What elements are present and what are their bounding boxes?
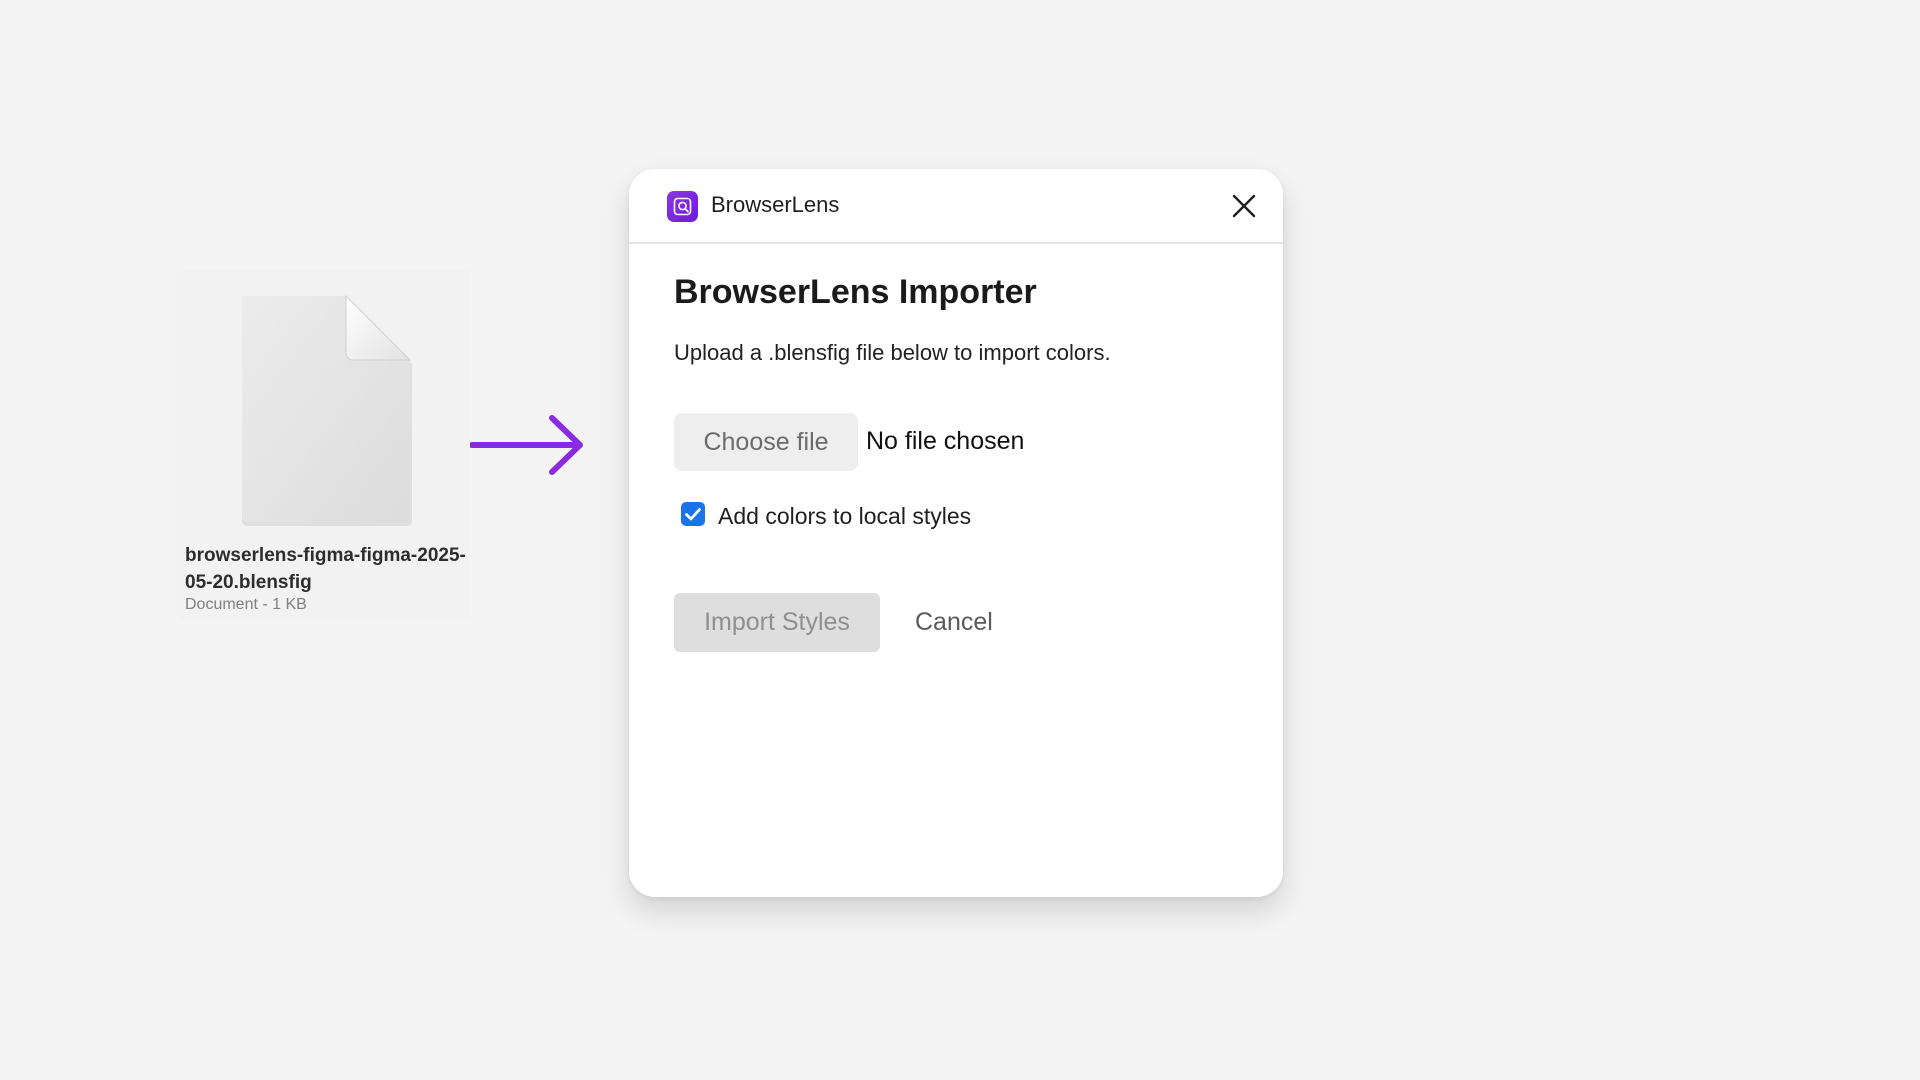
file-item[interactable]: browserlens-figma-figma-2025-05-20.blens… bbox=[180, 270, 470, 620]
file-status: No file chosen bbox=[866, 427, 1025, 455]
choose-file-button[interactable]: Choose file bbox=[674, 413, 858, 471]
file-meta: Document - 1 KB bbox=[185, 596, 307, 613]
browserlens-logo-icon bbox=[667, 191, 698, 222]
import-styles-button[interactable]: Import Styles bbox=[674, 593, 880, 652]
importer-dialog: BrowserLens BrowserLens Importer Upload … bbox=[629, 169, 1283, 897]
dialog-header: BrowserLens bbox=[629, 169, 1283, 244]
file-name: browserlens-figma-figma-2025-05-20.blens… bbox=[185, 545, 466, 593]
cancel-button[interactable]: Cancel bbox=[915, 593, 993, 652]
checkmark-icon bbox=[685, 508, 701, 521]
close-icon bbox=[1232, 194, 1256, 218]
arrow-right-icon bbox=[469, 414, 586, 476]
app-name: BrowserLens bbox=[711, 192, 840, 217]
close-button[interactable] bbox=[1227, 189, 1261, 223]
dialog-description: Upload a .blensfig file below to import … bbox=[674, 340, 1111, 365]
dialog-title: BrowserLens Importer bbox=[674, 273, 1037, 311]
add-colors-checkbox[interactable] bbox=[681, 502, 705, 526]
desktop: browserlens-figma-figma-2025-05-20.blens… bbox=[0, 0, 1920, 1080]
document-icon bbox=[236, 294, 416, 526]
add-colors-label[interactable]: Add colors to local styles bbox=[718, 503, 971, 530]
